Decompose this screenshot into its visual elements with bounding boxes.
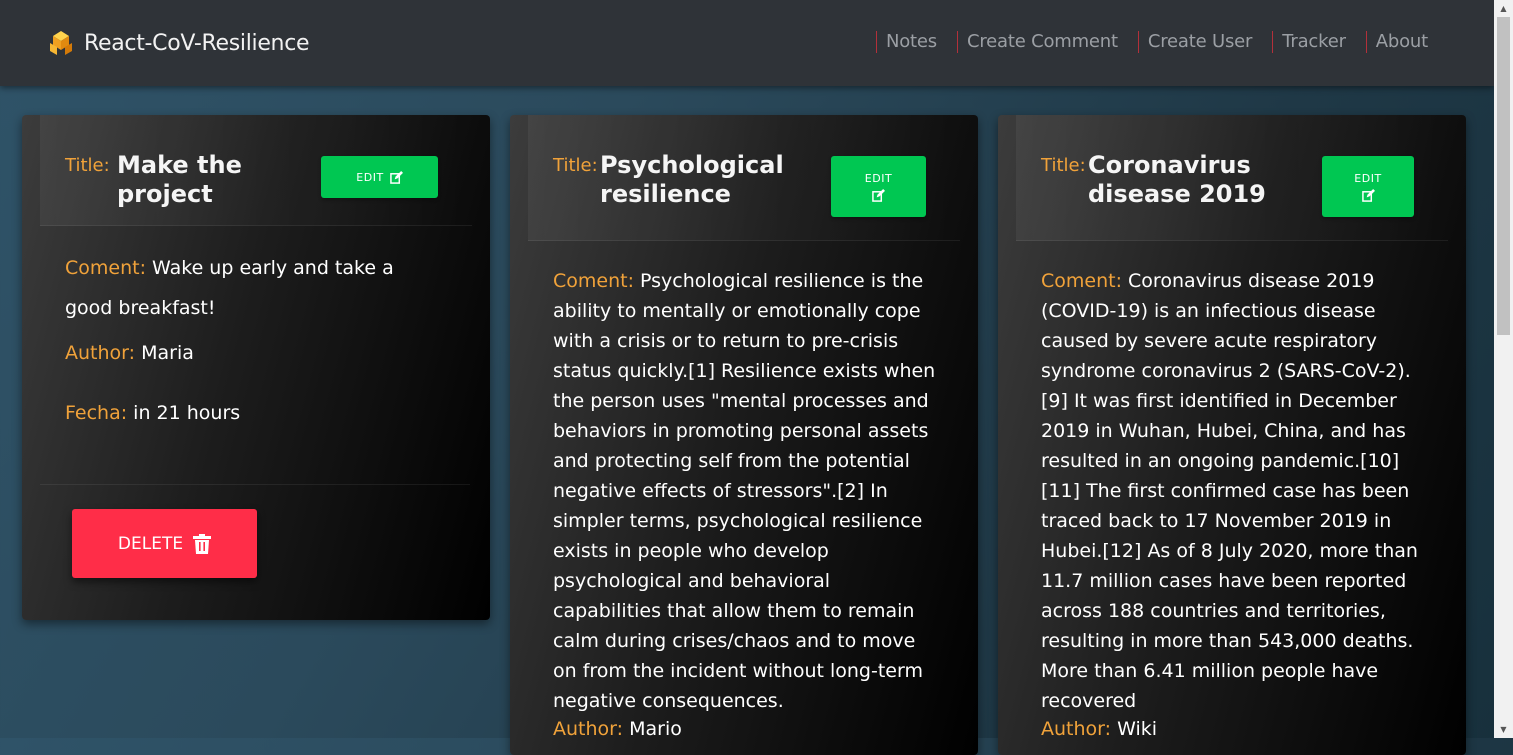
note-card: Title: Psychological resilience EDIT Com… (510, 115, 978, 755)
author-row: Author: Wiki (1041, 718, 1157, 740)
brand-name: React-CoV-Resilience (84, 30, 310, 56)
author-label: Author: (553, 718, 624, 740)
edit-button[interactable]: EDIT (321, 156, 438, 198)
scroll-up-arrow-icon[interactable]: ▲ (1494, 0, 1513, 17)
edit-button[interactable]: EDIT (1322, 156, 1414, 217)
scroll-down-arrow-icon[interactable]: ▼ (1494, 721, 1513, 738)
title-label: Title: (1041, 155, 1086, 176)
comment-text: Psychological resilience is the ability … (553, 270, 936, 712)
card-header: Title: Psychological resilience EDIT (528, 115, 960, 241)
author-name: Maria (141, 342, 194, 364)
card-header: Title: Make the project EDIT (40, 115, 472, 226)
delete-button[interactable]: DELETE (72, 509, 257, 578)
navbar: React-CoV-Resilience Notes Create Commen… (0, 0, 1494, 86)
note-card: Title: Make the project EDIT Coment: Wak… (22, 115, 490, 620)
brand[interactable]: React-CoV-Resilience (48, 30, 310, 56)
nav-links: Notes Create Comment Create User Tracker… (875, 31, 1428, 53)
edit-label: EDIT (356, 170, 384, 184)
comment-row: Coment: Psychological resilience is the … (553, 266, 938, 716)
comment-label: Coment: (553, 270, 634, 292)
comment-label: Coment: (1041, 270, 1122, 292)
note-card: Title: Coronavirus disease 2019 EDIT Com… (998, 115, 1466, 755)
card-header: Title: Coronavirus disease 2019 EDIT (1016, 115, 1448, 241)
cube-logo-icon (50, 31, 72, 55)
author-row: Author: Maria (65, 342, 194, 364)
comment-row: Coment: Coronavirus disease 2019 (COVID-… (1041, 266, 1426, 716)
edit-label: EDIT (864, 171, 893, 185)
author-name: Wiki (1117, 718, 1158, 740)
date-label: Fecha: (65, 402, 128, 424)
nav-notes[interactable]: Notes (875, 31, 937, 53)
comment-label: Coment: (65, 257, 146, 279)
note-title: Psychological resilience (600, 151, 784, 208)
scrollbar-thumb[interactable] (1497, 17, 1510, 335)
card-divider (40, 484, 470, 485)
nav-create-comment[interactable]: Create Comment (956, 31, 1118, 53)
note-title: Make the project (117, 151, 242, 208)
date-value: in 21 hours (133, 402, 241, 424)
date-row: Fecha: in 21 hours (65, 402, 240, 424)
trash-icon (193, 533, 212, 554)
edit-button[interactable]: EDIT (831, 156, 926, 217)
comment-row: Coment: Wake up early and take a good br… (65, 248, 445, 328)
note-title: Coronavirus disease 2019 (1088, 151, 1266, 208)
nav-create-user[interactable]: Create User (1137, 31, 1252, 53)
edit-icon (872, 188, 885, 202)
nav-about[interactable]: About (1365, 31, 1428, 53)
author-row: Author: Mario (553, 718, 682, 740)
title-label: Title: (65, 155, 110, 176)
delete-label: DELETE (117, 533, 184, 554)
edit-icon (389, 170, 403, 184)
author-label: Author: (65, 342, 136, 364)
nav-tracker[interactable]: Tracker (1272, 31, 1346, 53)
edit-label: EDIT (1354, 171, 1382, 185)
comment-text: Coronavirus disease 2019 (COVID-19) is a… (1041, 270, 1418, 712)
edit-icon (1361, 188, 1375, 202)
title-label: Title: (553, 155, 598, 176)
page-scrollbar[interactable]: ▲ ▼ (1494, 0, 1513, 738)
author-label: Author: (1041, 718, 1112, 740)
author-name: Mario (629, 718, 682, 740)
